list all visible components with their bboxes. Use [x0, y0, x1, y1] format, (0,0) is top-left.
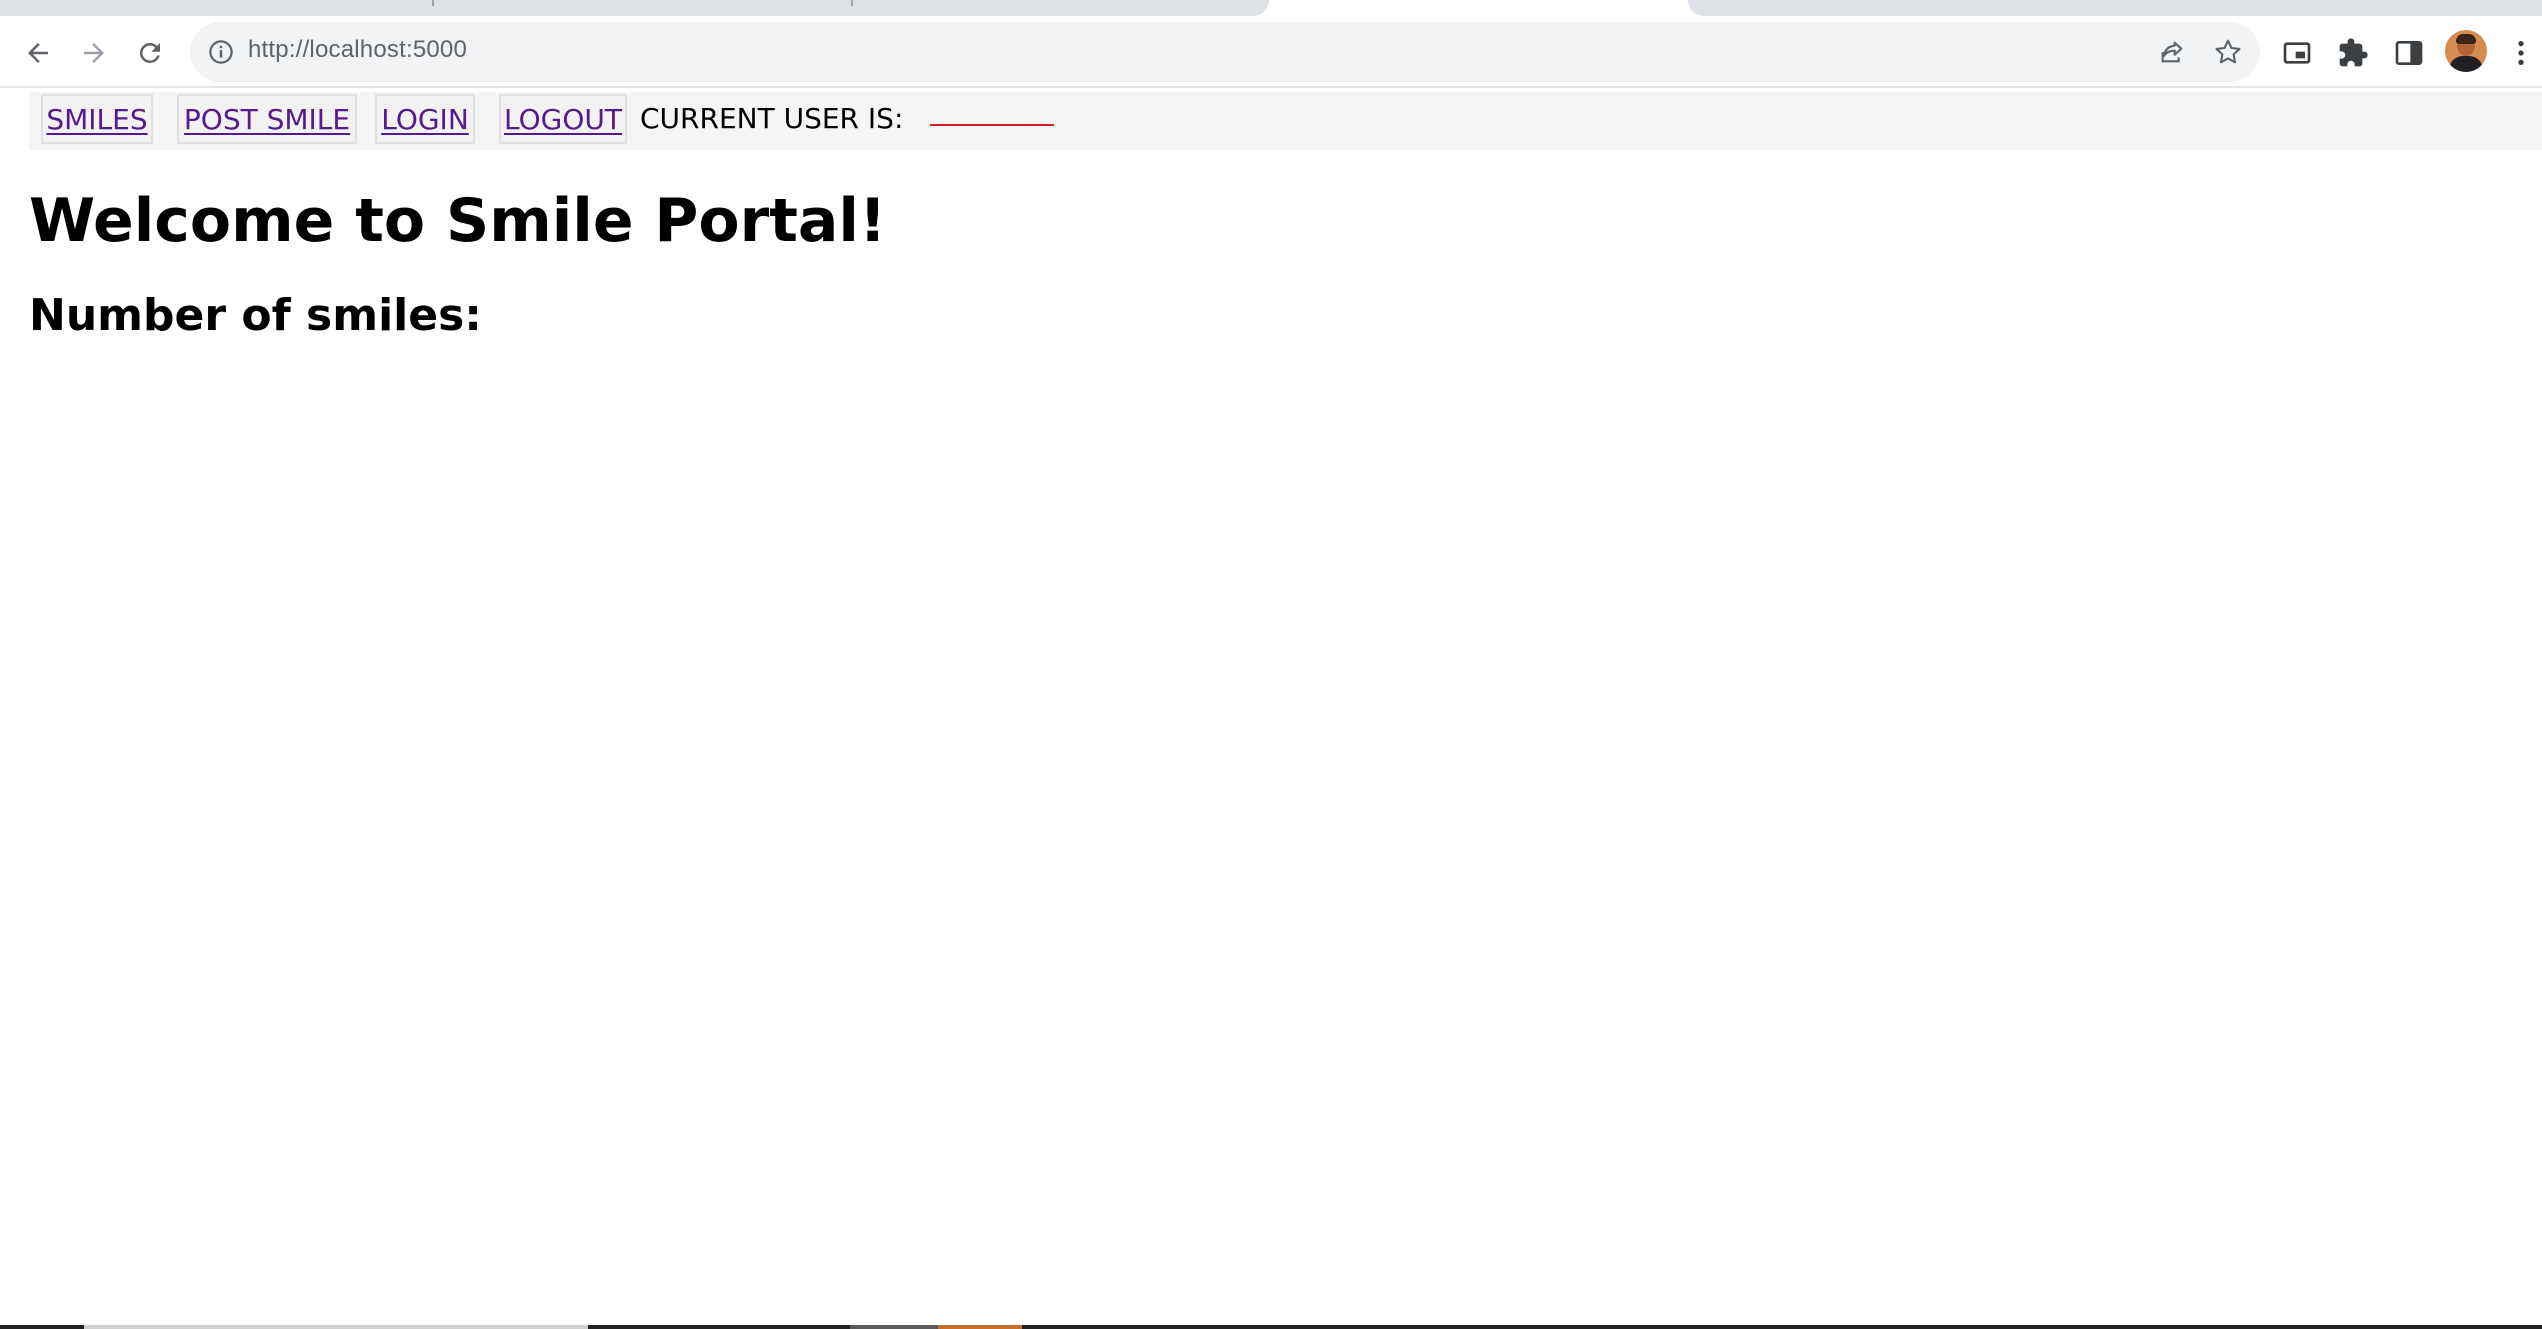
info-icon[interactable]: [206, 37, 236, 67]
picture-in-picture-icon: [2283, 42, 2311, 64]
inactive-tabs-right[interactable]: [1688, 0, 2542, 16]
back-button[interactable]: [19, 34, 57, 72]
address-bar[interactable]: http://localhost:5000: [190, 22, 2260, 82]
extensions-button[interactable]: [2334, 34, 2372, 72]
tab-strip: [0, 0, 2542, 16]
inactive-tabs-left[interactable]: [0, 0, 1269, 16]
arrow-right-icon: [84, 43, 104, 63]
star-icon[interactable]: [2212, 36, 2244, 68]
login-link[interactable]: LOGIN: [381, 103, 469, 136]
post-smile-link[interactable]: POST SMILE: [184, 103, 350, 136]
nav-item-smiles[interactable]: SMILES: [41, 94, 153, 144]
picture-in-picture-button[interactable]: [2278, 34, 2316, 72]
side-panel-icon: [2395, 41, 2423, 65]
browser-toolbar: http://localhost:5000: [0, 16, 2542, 88]
arrow-left-icon: [28, 43, 48, 63]
smile-count-heading: Number of smiles:: [29, 290, 482, 341]
logout-link[interactable]: LOGOUT: [504, 103, 622, 136]
current-user-label: CURRENT USER IS:: [640, 102, 904, 135]
reload-button[interactable]: [131, 34, 169, 72]
tab-separator: [432, 0, 434, 6]
current-user-value: [930, 124, 1054, 126]
menu-button[interactable]: [2502, 34, 2540, 72]
forward-button[interactable]: [75, 34, 113, 72]
tab-separator: [851, 0, 853, 6]
share-icon[interactable]: [2156, 36, 2188, 68]
reload-icon: [139, 42, 160, 63]
top-navbar: SMILES POST SMILE LOGIN LOGOUT CURRENT U…: [29, 92, 2542, 150]
avatar[interactable]: [2445, 30, 2487, 72]
url-text[interactable]: http://localhost:5000: [248, 36, 467, 64]
side-panel-button[interactable]: [2390, 34, 2428, 72]
kebab-menu-icon: [2518, 41, 2524, 65]
nav-item-login[interactable]: LOGIN: [375, 94, 475, 144]
puzzle-icon: [2339, 38, 2368, 67]
page-content: SMILES POST SMILE LOGIN LOGOUT CURRENT U…: [0, 90, 2542, 1325]
page-title: Welcome to Smile Portal!: [29, 186, 887, 256]
smiles-link[interactable]: SMILES: [46, 103, 147, 136]
nav-item-logout[interactable]: LOGOUT: [499, 94, 627, 144]
taskbar-edge: [0, 1325, 2542, 1329]
nav-item-post-smile[interactable]: POST SMILE: [177, 94, 357, 144]
